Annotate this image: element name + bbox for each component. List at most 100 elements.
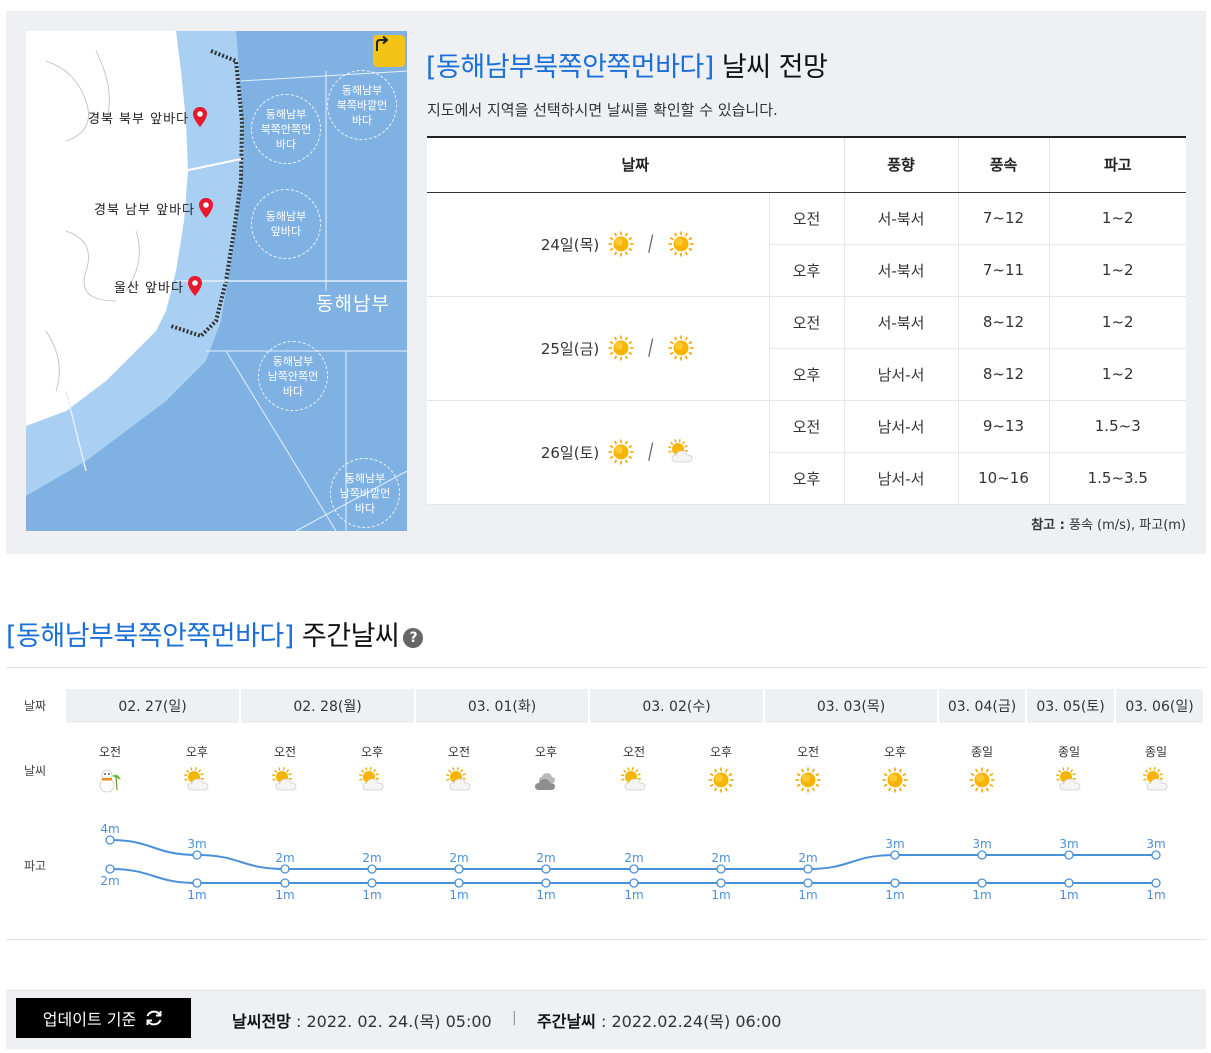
map-pin-ulsan[interactable]: 울산 앞바다 <box>114 276 202 296</box>
wave-point <box>105 835 115 845</box>
wave-chart: 4m 3m 2m 2m 2m 2m 2m 2m 2m 3m 3m 3m 3m 2m 1m 1m 1m 1m 1m 1m… <box>100 822 1165 902</box>
partly-cloudy-icon <box>1056 767 1081 791</box>
sunny-icon <box>795 767 821 793</box>
zone-north-outer[interactable]: 동해남부 북쪽바깥먼 바다 <box>327 70 397 140</box>
weekly-slot: 오전 <box>80 743 140 796</box>
zone-north-inner[interactable]: 동해남부 북쪽안쪽먼 바다 <box>251 94 321 164</box>
weekly-period: 오전 <box>447 745 471 759</box>
slash-divider: / <box>648 439 654 465</box>
weekly-title-suffix: 주간날씨 <box>301 621 400 652</box>
separator: | <box>512 1010 517 1026</box>
update-bar: 업데이트 기준 날씨전망 : 2022. 02. 24.(목) 05:00 | … <box>6 989 1206 1049</box>
weekly-icon <box>342 766 402 796</box>
help-icon[interactable]: ? <box>403 627 424 648</box>
weekly-period: 오후 <box>534 745 558 759</box>
weekly-icon <box>80 766 140 796</box>
forecast-wave: 1~2 <box>1048 244 1186 297</box>
forecast-wave: 1~2 <box>1048 192 1186 245</box>
wave-label: 2m <box>536 851 555 865</box>
cloudy-icon <box>535 773 555 790</box>
map-pin-gyeongbuk-north[interactable]: 경북 북부 앞바다 <box>88 107 207 127</box>
weekly-date-header: 03. 05(토) <box>1027 689 1114 723</box>
wave-label: 3m <box>972 837 991 851</box>
weekly-update-label: 주간날씨 <box>537 1012 596 1031</box>
weekly-icon <box>167 766 227 796</box>
weekly-slot: 오전 <box>429 743 489 796</box>
forecast-row: 24일(목) / 오전 서-북서 7~12 1~2 <box>427 192 1186 297</box>
slash-divider: / <box>648 335 654 361</box>
weekly-icon <box>604 766 664 796</box>
forecast-date-cell: 26일(토) / <box>427 400 769 505</box>
weekly-date-header: 03. 04(금) <box>939 689 1025 723</box>
forecast-region: [동해남부북쪽안쪽먼바다] <box>426 52 714 83</box>
weekly-date-header: 02. 28(월) <box>241 689 414 723</box>
wave-point <box>367 878 377 888</box>
zone-coastal[interactable]: 동해남부 앞바다 <box>251 189 321 259</box>
wave-point <box>541 878 551 888</box>
wave-point <box>629 864 639 874</box>
weekly-slot: 오후 <box>167 743 227 796</box>
zone-south-outer[interactable]: 동해남부 남쪽바깥먼 바다 <box>330 458 400 528</box>
wave-point <box>1064 850 1074 860</box>
sunny-icon <box>608 335 634 361</box>
forecast-title-suffix: 날씨 전망 <box>721 52 828 83</box>
forecast-wind-speed: 9~13 <box>957 400 1049 453</box>
share-arrow-icon <box>376 35 389 51</box>
sunny-icon <box>969 767 995 793</box>
forecast-table: 날짜 풍향 풍속 파고 24일(목) / 오전 서-북서 7~12 1~2 오후 … <box>427 136 1186 505</box>
weekly-period: 오후 <box>709 745 733 759</box>
partly-cloudy-icon <box>667 439 693 463</box>
forecast-wind-dir: 남서-서 <box>843 348 958 401</box>
update-button[interactable]: 업데이트 기준 <box>16 998 191 1038</box>
divider <box>6 667 1206 668</box>
note-text: 풍속 (m/s), 파고(m) <box>1064 518 1186 533</box>
map-pin-gyeongbuk-south[interactable]: 경북 남부 앞바다 <box>94 198 213 218</box>
weekly-date-header: 03. 01(화) <box>416 689 588 723</box>
weekly-period: 오전 <box>796 745 820 759</box>
wave-label: 3m <box>1059 837 1078 851</box>
share-button[interactable] <box>373 35 405 67</box>
weekly-period: 종일 <box>1057 745 1081 759</box>
wave-point <box>1064 878 1074 888</box>
pin-label: 울산 앞바다 <box>114 280 184 296</box>
weekly-slot: 종일 <box>952 743 1012 796</box>
wave-point <box>105 864 115 874</box>
forecast-wind-dir: 서-북서 <box>843 296 958 349</box>
zone-south-inner[interactable]: 동해남부 남쪽안쪽먼 바다 <box>258 341 328 411</box>
partly-cloudy-icon <box>621 767 646 791</box>
weekly-period: 종일 <box>970 745 994 759</box>
forecast-wind-speed: 8~12 <box>957 296 1049 349</box>
forecast-wind-speed: 10~16 <box>957 452 1049 505</box>
wave-point <box>890 850 900 860</box>
weekly-region: [동해남부북쪽안쪽먼바다] <box>6 621 294 652</box>
wave-label: 1m <box>275 888 294 902</box>
wave-point <box>367 864 377 874</box>
forecast-date-cell: 24일(목) / <box>427 192 769 297</box>
forecast-date: 24일(목) <box>540 235 600 254</box>
wave-point <box>454 864 464 874</box>
region-map[interactable]: 경북 북부 앞바다 경북 남부 앞바다 울산 앞바다 동해남부 북쪽안쪽먼 바다… <box>26 31 407 531</box>
forecast-wind-speed: 7~11 <box>957 244 1049 297</box>
map-pin-icon <box>199 198 213 218</box>
forecast-wind-speed: 8~12 <box>957 348 1049 401</box>
forecast-wind-dir: 남서-서 <box>843 400 958 453</box>
sunny-icon <box>608 231 634 257</box>
wave-label: 1m <box>362 888 381 902</box>
map-pin-icon <box>193 107 207 127</box>
weekly-date-header: 03. 06(일) <box>1116 689 1203 723</box>
wave-label: 1m <box>536 888 555 902</box>
partly-cloudy-icon <box>1143 767 1168 791</box>
divider <box>6 939 1206 940</box>
wave-point <box>1151 850 1161 860</box>
pin-label: 경북 남부 앞바다 <box>94 202 195 218</box>
weekly-icon <box>1126 766 1186 796</box>
wave-label: 1m <box>187 888 206 902</box>
forecast-wind-dir: 서-북서 <box>843 244 958 297</box>
forecast-update-label: 날씨전망 <box>232 1012 291 1031</box>
wave-point <box>977 878 987 888</box>
header-wind-dir: 풍향 <box>843 137 958 193</box>
weekly-icon <box>255 766 315 796</box>
weekly-title: [동해남부북쪽안쪽먼바다] 주간날씨? <box>6 614 424 653</box>
forecast-period: 오전 <box>768 296 844 349</box>
partly-cloudy-icon <box>272 767 297 791</box>
